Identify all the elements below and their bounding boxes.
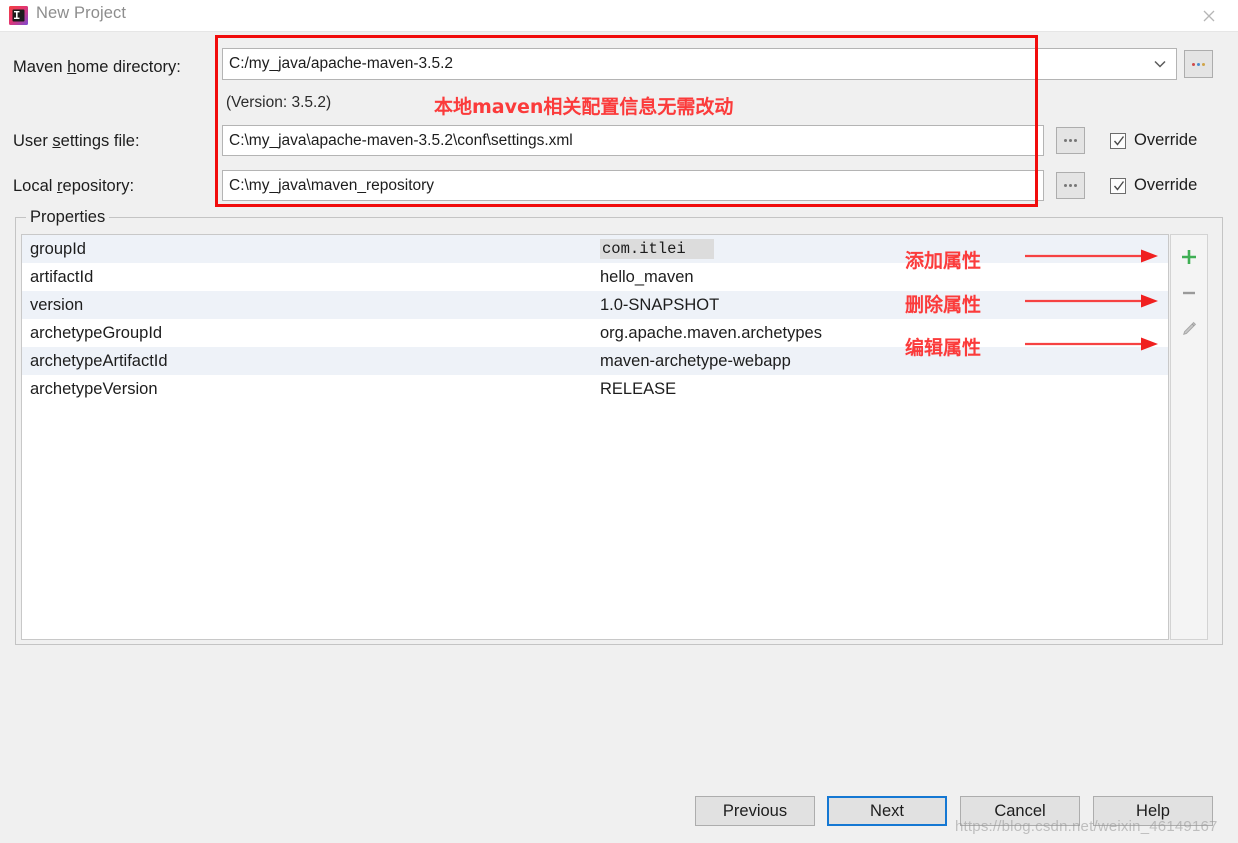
ellipsis-icon (1064, 184, 1077, 187)
user-settings-override-checkbox[interactable]: Override (1110, 131, 1197, 150)
add-property-button[interactable] (1171, 241, 1207, 277)
table-row[interactable]: archetypeGroupId org.apache.maven.archet… (22, 319, 1168, 347)
property-key: archetypeGroupId (30, 323, 163, 342)
maven-home-directory-combobox[interactable]: C:/my_java/apache-maven-3.5.2 (222, 48, 1177, 80)
label-mnemonic: h (67, 58, 77, 76)
properties-toolbar (1170, 234, 1208, 640)
minus-icon (1179, 283, 1199, 308)
maven-version-note: (Version: 3.5.2) (226, 94, 332, 111)
maven-home-browse-button[interactable] (1184, 50, 1213, 78)
annotation-add-property: 添加属性 (905, 250, 982, 272)
property-value[interactable]: hello_maven (600, 268, 694, 287)
property-value[interactable]: 1.0-SNAPSHOT (600, 296, 719, 315)
close-icon[interactable] (1186, 0, 1232, 31)
user-settings-file-label: User settings file: (13, 132, 140, 151)
local-repository-input[interactable]: C:\my_java\maven_repository (222, 170, 1044, 201)
label-mnemonic: s (52, 132, 61, 150)
property-key: archetypeArtifactId (30, 351, 168, 370)
plus-icon (1179, 247, 1199, 272)
maven-home-directory-value: C:/my_java/apache-maven-3.5.2 (229, 55, 454, 72)
table-row[interactable]: archetypeVersion RELEASE (22, 375, 1168, 403)
label-post: ettings file: (60, 132, 140, 150)
maven-home-directory-label: Maven home directory: (13, 58, 181, 77)
override-label: Override (1134, 176, 1198, 194)
new-project-dialog: New Project Maven home directory: C:/my_… (0, 0, 1238, 843)
local-repository-value: C:\my_java\maven_repository (229, 176, 435, 194)
local-repository-browse-button[interactable] (1056, 172, 1085, 199)
user-settings-browse-button[interactable] (1056, 127, 1085, 154)
intellij-idea-icon (9, 6, 28, 25)
local-repository-override-checkbox[interactable]: Override (1110, 176, 1197, 195)
override-label: Override (1134, 131, 1198, 149)
local-repository-label: Local repository: (13, 177, 134, 196)
table-row[interactable]: artifactId hello_maven (22, 263, 1168, 291)
annotation-arrow-edit (1025, 336, 1159, 357)
watermark: https://blog.csdn.net/weixin_46149167 (955, 818, 1218, 835)
property-key: archetypeVersion (30, 379, 158, 398)
label-pre: User (13, 132, 53, 150)
checkbox-box[interactable] (1110, 132, 1126, 149)
next-button[interactable]: Next (827, 796, 947, 826)
pencil-icon (1179, 319, 1199, 344)
label-pre: Local (13, 177, 58, 195)
label-pre: Maven (13, 58, 68, 76)
annotation-arrow-add (1025, 248, 1159, 269)
property-key: version (30, 295, 84, 314)
table-row[interactable]: version 1.0-SNAPSHOT (22, 291, 1168, 319)
label-post: ome directory: (76, 58, 181, 76)
table-row[interactable]: archetypeArtifactId maven-archetype-weba… (22, 347, 1168, 375)
property-key: groupId (30, 239, 86, 258)
chevron-down-icon[interactable] (1152, 56, 1168, 72)
page-title: New Project (36, 4, 127, 22)
annotation-top-note: 本地maven相关配置信息无需改动 (434, 96, 734, 118)
property-value[interactable]: maven-archetype-webapp (600, 352, 791, 371)
user-settings-file-value: C:\my_java\apache-maven-3.5.2\conf\setti… (229, 131, 573, 149)
user-settings-file-input[interactable]: C:\my_java\apache-maven-3.5.2\conf\setti… (222, 125, 1044, 156)
annotation-arrow-delete (1025, 293, 1159, 314)
properties-table[interactable]: groupId com.itlei artifactId hello_maven… (21, 234, 1169, 640)
annotation-delete-property: 删除属性 (905, 294, 982, 316)
edit-property-button[interactable] (1171, 313, 1207, 349)
property-value[interactable]: org.apache.maven.archetypes (600, 324, 822, 343)
label-post: epository: (62, 177, 135, 195)
property-value[interactable]: RELEASE (600, 380, 676, 399)
ellipsis-icon (1064, 139, 1077, 142)
annotation-edit-property: 编辑属性 (905, 337, 982, 359)
properties-legend: Properties (26, 208, 110, 227)
property-value[interactable]: com.itlei (600, 239, 714, 259)
checkbox-box[interactable] (1110, 177, 1126, 194)
property-key: artifactId (30, 267, 94, 286)
previous-button[interactable]: Previous (695, 796, 815, 826)
ellipsis-icon (1192, 62, 1205, 66)
title-bar: New Project (0, 0, 1238, 32)
table-row[interactable]: groupId com.itlei (22, 235, 1168, 263)
remove-property-button[interactable] (1171, 277, 1207, 313)
